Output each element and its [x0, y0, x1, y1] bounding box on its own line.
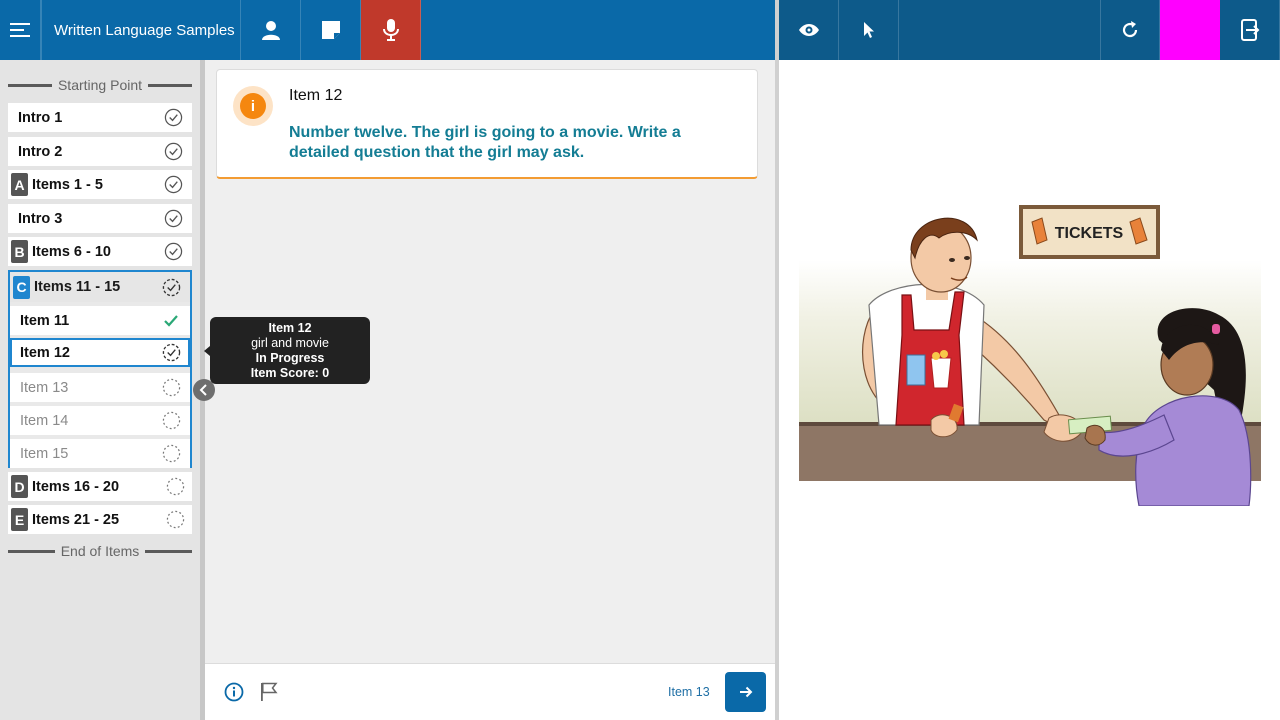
set-letter-badge: B: [11, 240, 28, 263]
end-of-items-divider: End of Items: [8, 541, 192, 561]
item-prompt-card: i Item 12 Number twelve. The girl is goi…: [216, 69, 758, 179]
set-letter-badge: A: [11, 173, 28, 196]
complete-check-icon: [163, 108, 183, 128]
sub-item-item-13[interactable]: Item 13: [10, 373, 190, 402]
not-started-icon: [161, 411, 181, 431]
info-icon: i: [240, 93, 266, 119]
item-prompt-text: Number twelve. The girl is going to a mo…: [289, 124, 681, 161]
sub-item-label: Item 13: [20, 379, 69, 396]
tooltip-score: Item Score: 0: [250, 366, 330, 380]
item-info-button[interactable]: [224, 682, 244, 702]
nav-item-intro-1[interactable]: Intro 1: [8, 103, 192, 132]
refresh-button[interactable]: [1100, 0, 1160, 60]
microphone-button[interactable]: [361, 0, 421, 60]
not-started-icon: [165, 477, 185, 497]
set-letter-badge: C: [13, 275, 30, 299]
pointer-button[interactable]: [839, 0, 899, 60]
refresh-icon: [1122, 21, 1138, 38]
exit-button[interactable]: [1220, 0, 1280, 60]
not-started-icon: [161, 444, 181, 464]
highlight-marker: [1160, 0, 1220, 60]
sub-item-label: Item 14: [20, 412, 69, 429]
nav-item-label: Items 16 - 20: [32, 478, 120, 495]
microphone-icon: [382, 19, 399, 41]
starting-point-divider: Starting Point: [8, 75, 192, 95]
preview-button[interactable]: [779, 0, 839, 60]
info-circle-icon: [224, 682, 244, 702]
eye-icon: [798, 24, 819, 36]
chevron-left-icon: [199, 384, 207, 396]
item-status-tooltip: Item 12 girl and movie In Progress Item …: [210, 317, 370, 384]
not-started-icon: [165, 510, 185, 530]
nav-item-set-c[interactable]: C Items 11 - 15: [10, 272, 190, 302]
in-progress-icon: [161, 343, 181, 363]
stimulus-illustration: TICKETS: [799, 205, 1261, 506]
complete-check-icon: [163, 175, 183, 195]
sub-item-label: Item 11: [20, 312, 70, 329]
panel-divider[interactable]: [775, 0, 779, 720]
sub-item-item-14[interactable]: Item 14: [10, 406, 190, 435]
nav-item-set-b[interactable]: B Items 6 - 10: [8, 237, 192, 266]
item-title: Item 12: [289, 87, 343, 104]
scored-check-icon: [161, 311, 181, 331]
nav-item-intro-2[interactable]: Intro 2: [8, 137, 192, 166]
complete-check-icon: [163, 209, 183, 229]
notes-button[interactable]: [301, 0, 361, 60]
nav-item-set-a[interactable]: A Items 1 - 5: [8, 170, 192, 199]
info-badge: i: [233, 86, 273, 126]
nav-item-label: Items 21 - 25: [32, 511, 120, 528]
arrow-right-icon: [739, 686, 752, 698]
sub-item-item-15[interactable]: Item 15: [10, 439, 190, 468]
nav-item-label: Items 1 - 5: [32, 176, 103, 193]
note-icon: [321, 21, 340, 39]
nav-item-label: Items 11 - 15: [34, 279, 121, 295]
end-of-items-label: End of Items: [60, 543, 140, 559]
hamburger-menu-icon: [10, 23, 30, 37]
not-started-icon: [161, 378, 181, 398]
nav-item-label: Intro 2: [18, 143, 63, 160]
sub-item-item-11[interactable]: Item 11: [10, 306, 190, 335]
flag-item-button[interactable]: [260, 682, 280, 702]
nav-item-label: Items 6 - 10: [32, 243, 111, 260]
pointer-icon: [863, 22, 874, 38]
tooltip-subtitle: girl and movie: [251, 336, 329, 350]
in-progress-icon: [161, 277, 181, 297]
person-icon: [261, 21, 280, 40]
flag-icon: [261, 682, 278, 701]
sub-item-label: Item 12: [20, 344, 70, 361]
next-item-label: Item 13: [668, 685, 710, 699]
tooltip-status: In Progress: [255, 351, 325, 365]
nav-item-label: Intro 1: [18, 109, 63, 126]
tickets-sign-text: TICKETS: [1055, 225, 1124, 242]
starting-point-label: Starting Point: [57, 77, 143, 93]
nav-item-intro-3[interactable]: Intro 3: [8, 204, 192, 233]
set-letter-badge: E: [11, 508, 28, 531]
tickets-sign: TICKETS: [1019, 205, 1160, 259]
tooltip-title: Item 12: [268, 321, 312, 335]
examinee-button[interactable]: [241, 0, 301, 60]
item-footer: Item 13: [205, 663, 775, 720]
nav-item-set-d[interactable]: D Items 16 - 20: [8, 472, 192, 501]
next-item-button[interactable]: [725, 672, 766, 712]
app-title: Written Language Samples: [41, 0, 241, 60]
complete-check-icon: [163, 242, 183, 262]
complete-check-icon: [163, 142, 183, 162]
nav-item-label: Intro 3: [18, 210, 63, 227]
sub-item-item-12[interactable]: Item 12: [10, 338, 190, 367]
sub-item-label: Item 15: [20, 445, 69, 462]
set-letter-badge: D: [11, 475, 28, 498]
menu-button[interactable]: [0, 0, 41, 60]
nav-group-set-c: C Items 11 - 15 Item 11 Item 12 Item 13 …: [8, 270, 192, 468]
exit-icon: [1240, 19, 1259, 41]
nav-item-set-e[interactable]: E Items 21 - 25: [8, 505, 192, 534]
